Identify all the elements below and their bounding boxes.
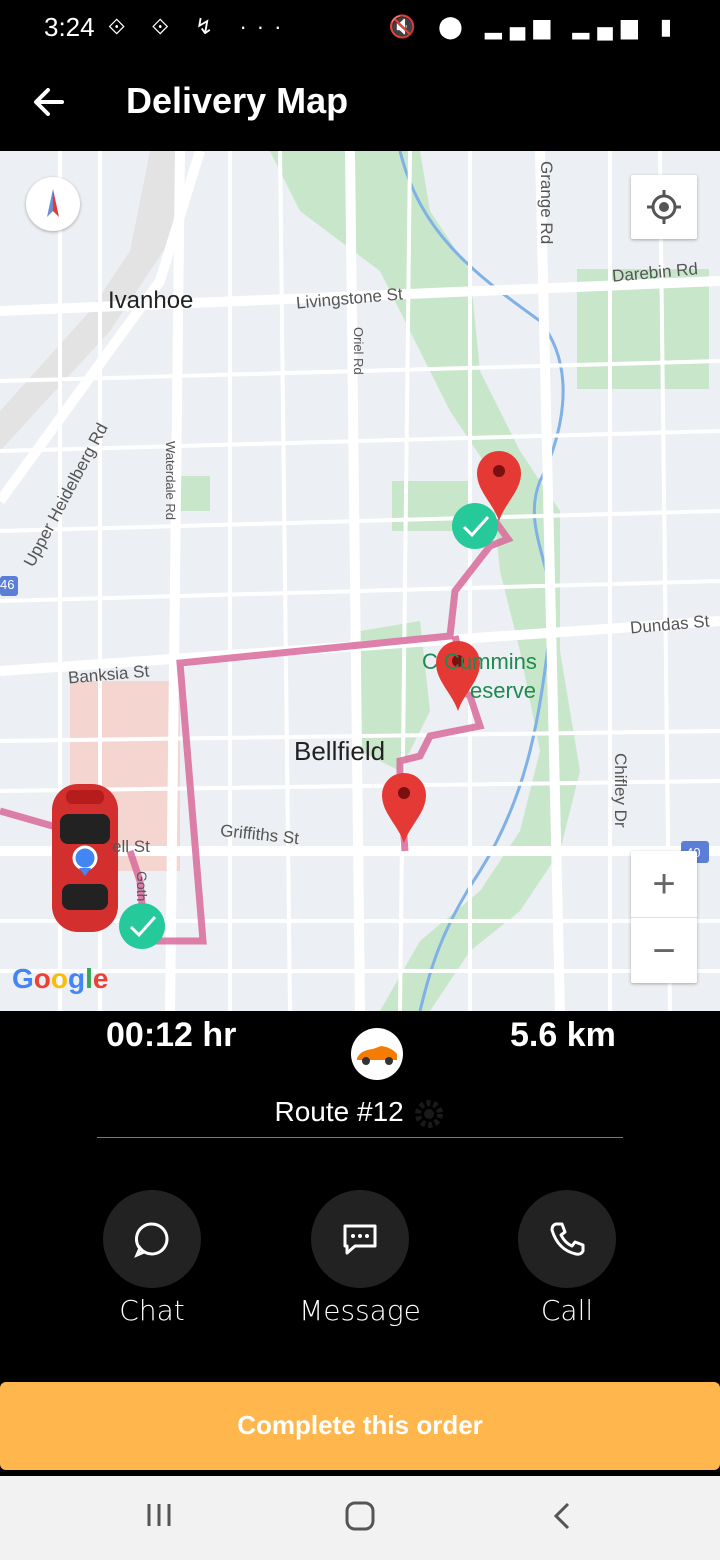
system-icons: 🔇 ⬤ ▂▄▆ ▂▄▆ ▮ [388, 14, 680, 39]
page-title: Delivery Map [126, 80, 349, 121]
back-nav-icon[interactable] [550, 1500, 574, 1540]
status-bar: 3:24 ⟐ ⟐ ↯ ··· 🔇 ⬤ ▂▄▆ ▂▄▆ ▮ [0, 0, 720, 56]
sports-car-icon [351, 1028, 403, 1080]
notification-icons: ⟐ ⟐ ↯ ··· [108, 14, 292, 39]
call-label: Call [540, 1294, 594, 1327]
route-shield-label: 46 [0, 577, 15, 592]
phone-icon [550, 1222, 585, 1256]
trip-distance: 5.6 km [510, 1016, 616, 1054]
chat-button[interactable]: Chat [52, 1190, 252, 1327]
park-label: C Cummins [422, 649, 537, 674]
vehicle-car-icon [52, 784, 118, 932]
home-icon[interactable] [344, 1500, 376, 1540]
creek-parkland [270, 151, 580, 1011]
street-label: Oriel Rd [351, 327, 366, 375]
my-location-button[interactable] [631, 175, 697, 239]
compass-icon [47, 189, 59, 217]
google-logo: Google [12, 963, 109, 994]
message-icon [343, 1224, 377, 1255]
chat-bubble-icon [134, 1222, 169, 1258]
suburb-label: Ivanhoe [108, 287, 194, 314]
delivery-map[interactable]: Ivanhoe Livingstone St Oriel Rd Grange R… [0, 151, 720, 1011]
status-time: 3:24 [44, 12, 95, 42]
route-label-row: Route #12 [0, 1096, 720, 1131]
delivery-pin[interactable] [382, 773, 426, 843]
street-label: ell St [112, 837, 150, 856]
street-label: Goth [134, 871, 150, 902]
divider [97, 1137, 623, 1138]
chat-label: Chat [119, 1294, 185, 1327]
call-button[interactable]: Call [467, 1190, 667, 1327]
complete-order-button[interactable]: Complete this order [0, 1382, 720, 1470]
app-header: Delivery Map [0, 56, 720, 150]
gear-icon[interactable] [412, 1097, 446, 1131]
message-label: Message [299, 1294, 421, 1327]
street-label: Chifley Dr [611, 753, 630, 828]
route-label: Route #12 [274, 1096, 404, 1127]
message-button[interactable]: Message [260, 1190, 460, 1327]
zoom-out-button[interactable]: − [631, 918, 697, 984]
recents-icon[interactable] [144, 1500, 174, 1538]
zoom-in-button[interactable]: + [631, 851, 697, 918]
suburb-label: Bellfield [294, 736, 386, 766]
park-label: eserve [470, 678, 537, 703]
back-arrow-icon[interactable] [30, 78, 70, 126]
completed-check-icon [119, 903, 165, 949]
system-nav-bar [0, 1476, 720, 1560]
compass-button[interactable] [26, 177, 80, 231]
trip-duration: 00:12 hr [106, 1016, 237, 1054]
completed-check-icon [452, 503, 498, 549]
street-label: Grange Rd [537, 161, 556, 245]
park-small [180, 476, 210, 511]
street-label: Waterdale Rd [163, 441, 178, 520]
zoom-controls: + − [631, 851, 697, 983]
crosshair-icon [647, 190, 681, 224]
